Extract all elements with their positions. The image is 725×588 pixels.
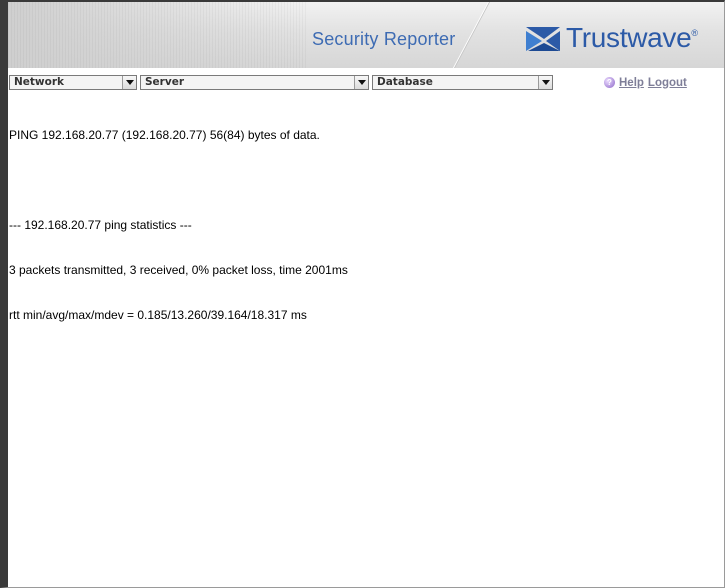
server-select[interactable]: Server [140,75,369,90]
help-icon[interactable]: ? [604,77,615,88]
banner-texture [8,2,308,68]
chevron-down-icon[interactable] [538,76,552,89]
ping-output: PING 192.168.20.77 (192.168.20.77) 56(84… [9,98,709,353]
output-line: --- 192.168.20.77 ping statistics --- [9,218,192,232]
network-select-label: Network [14,76,65,88]
brand-name: Trustwave [566,22,692,53]
help-logout-area: ? Help Logout [604,75,687,90]
application-window: Security Reporter Trustwave ® Network Se… [0,0,725,588]
help-link[interactable]: Help [619,77,644,89]
output-line: 3 packets transmitted, 3 received, 0% pa… [9,263,348,277]
database-select[interactable]: Database [372,75,553,90]
brand-registered-mark: ® [691,28,699,38]
server-select-label: Server [145,76,185,88]
database-select-label: Database [377,76,433,88]
network-select[interactable]: Network [9,75,137,90]
banner-divider [452,2,489,68]
header-banner: Security Reporter Trustwave ® [8,2,724,68]
brand-logo: Trustwave ® [524,18,698,58]
output-line: rtt min/avg/max/mdev = 0.185/13.260/39.1… [9,308,307,322]
logout-link[interactable]: Logout [648,77,687,89]
product-title: Security Reporter [312,29,456,49]
chevron-down-icon[interactable] [122,76,136,89]
trustwave-logo-icon [526,27,560,51]
output-line: PING 192.168.20.77 (192.168.20.77) 56(84… [9,128,320,142]
chevron-down-icon[interactable] [354,76,368,89]
